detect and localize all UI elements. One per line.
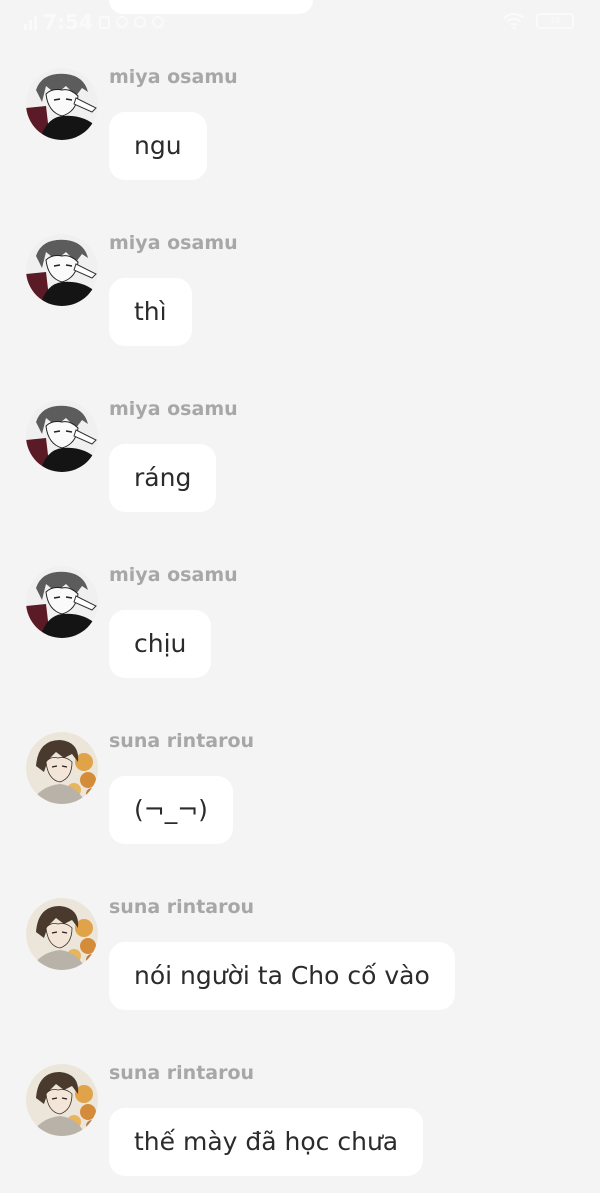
sender-name: miya osamu	[109, 66, 238, 88]
sender-name: miya osamu	[109, 232, 238, 254]
sender-name: miya osamu	[109, 564, 238, 586]
sim-icon	[98, 15, 110, 29]
avatar[interactable]	[26, 68, 98, 140]
sender-name: suna rintarou	[109, 730, 255, 752]
battery-icon: 38	[536, 13, 574, 29]
message-bubble[interactable]: thế mày đã học chưa	[109, 1108, 424, 1176]
sender-name: miya osamu	[109, 398, 238, 420]
message-bubble[interactable]: ngu	[109, 112, 207, 180]
message-bubble[interactable]: ráng	[109, 444, 217, 512]
sender-name: suna rintarou	[109, 896, 255, 918]
avatar[interactable]	[26, 234, 98, 306]
wifi-icon	[503, 12, 525, 30]
status-left: 7:54	[24, 10, 164, 34]
sender-name: suna rintarou	[109, 1062, 255, 1084]
notification-icon	[133, 16, 146, 28]
signal-icon	[24, 14, 37, 30]
notification-icon	[151, 16, 164, 28]
status-time: 7:54	[43, 10, 93, 34]
status-right: 38	[502, 12, 574, 30]
message-bubble[interactable]: nói người ta Cho cố vào	[109, 942, 455, 1010]
avatar[interactable]	[26, 400, 98, 472]
status-bar: 7:54 38	[0, 0, 600, 44]
avatar[interactable]	[26, 1064, 98, 1136]
avatar[interactable]	[26, 732, 98, 804]
message-bubble[interactable]: chịu	[109, 610, 212, 678]
message-bubble[interactable]: (¬_¬)	[109, 776, 233, 844]
notification-icon	[115, 16, 128, 28]
avatar[interactable]	[26, 898, 98, 970]
message-bubble[interactable]: thì	[109, 278, 192, 346]
avatar[interactable]	[26, 566, 98, 638]
